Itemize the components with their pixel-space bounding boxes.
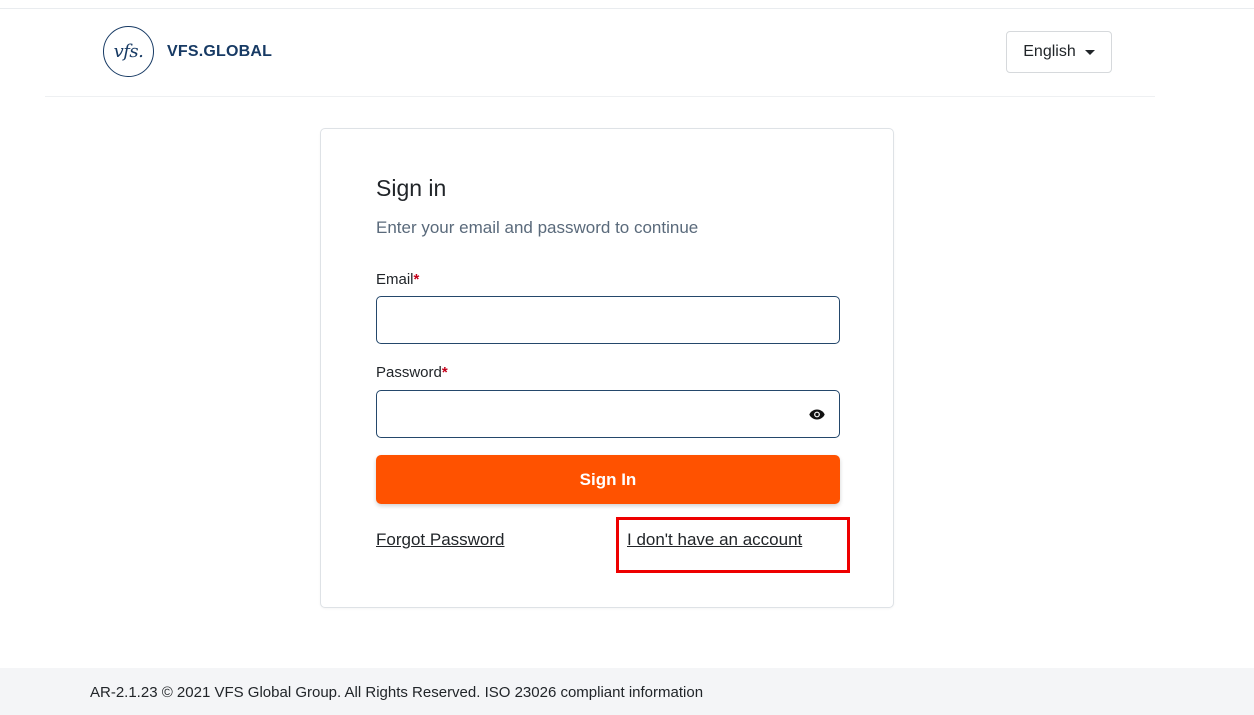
forgot-password-link[interactable]: Forgot Password [376, 530, 505, 550]
email-field[interactable] [376, 296, 840, 344]
password-label-text: Password [376, 364, 442, 381]
logo-monogram: vfs. [113, 41, 144, 62]
brand-logo[interactable]: vfs. VFS.GLOBAL [103, 26, 272, 77]
required-marker: * [441, 364, 448, 381]
brand-name: VFS.GLOBAL [167, 42, 273, 60]
email-label-text: Email [376, 271, 414, 288]
password-label: Password* [376, 364, 448, 381]
sign-in-button[interactable]: Sign In [376, 455, 840, 504]
required-marker: * [413, 271, 420, 288]
password-field[interactable] [376, 390, 840, 438]
language-dropdown[interactable]: English [1006, 31, 1112, 73]
caret-down-icon [1084, 49, 1095, 55]
copyright-text: AR-2.1.23 © 2021 VFS Global Group. All R… [90, 684, 704, 701]
page-title: Sign in [376, 175, 447, 201]
vfs-logo-icon: vfs. [103, 26, 154, 77]
email-label: Email* [376, 271, 419, 288]
page-subtitle: Enter your email and password to continu… [376, 218, 699, 237]
site-header: vfs. VFS.GLOBAL English [45, 9, 1155, 97]
language-label: English [1023, 43, 1076, 60]
eye-icon[interactable] [808, 405, 826, 423]
site-footer: AR-2.1.23 © 2021 VFS Global Group. All R… [0, 668, 1254, 715]
annotation-highlight-box [616, 517, 850, 573]
